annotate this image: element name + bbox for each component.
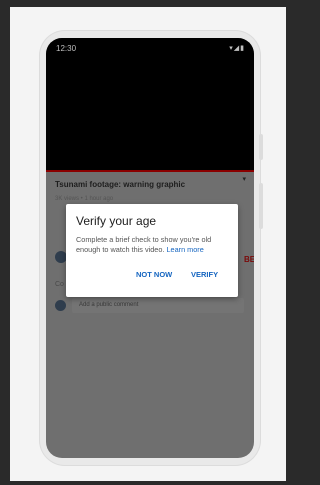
video-meta: 3K views • 1 hour ago (55, 196, 114, 202)
video-player[interactable] (46, 38, 254, 172)
phone-volume-button (259, 183, 263, 229)
verify-button[interactable]: VERIFY (191, 270, 218, 279)
comment-placeholder: Add a public comment (79, 302, 139, 308)
status-time: 12:30 (56, 44, 77, 53)
dialog-title: Verify your age (76, 214, 157, 228)
chevron-down-icon[interactable]: ▾ (242, 175, 246, 183)
learn-more-link[interactable]: Learn more (166, 245, 203, 254)
user-avatar (55, 300, 66, 311)
verify-age-dialog: Verify your age Complete a brief check t… (66, 204, 238, 297)
comments-heading-fragment: Co (55, 281, 64, 288)
video-progress-bar[interactable] (46, 170, 254, 172)
video-title: Tsunami footage: warning graphic (55, 180, 186, 189)
status-icons: ▾◢▮ (229, 45, 245, 52)
subscribe-button-fragment[interactable]: BE (244, 255, 254, 264)
dialog-body: Complete a brief check to show you're ol… (76, 235, 234, 255)
phone-power-button (259, 134, 263, 160)
not-now-button[interactable]: NOT NOW (136, 270, 172, 279)
